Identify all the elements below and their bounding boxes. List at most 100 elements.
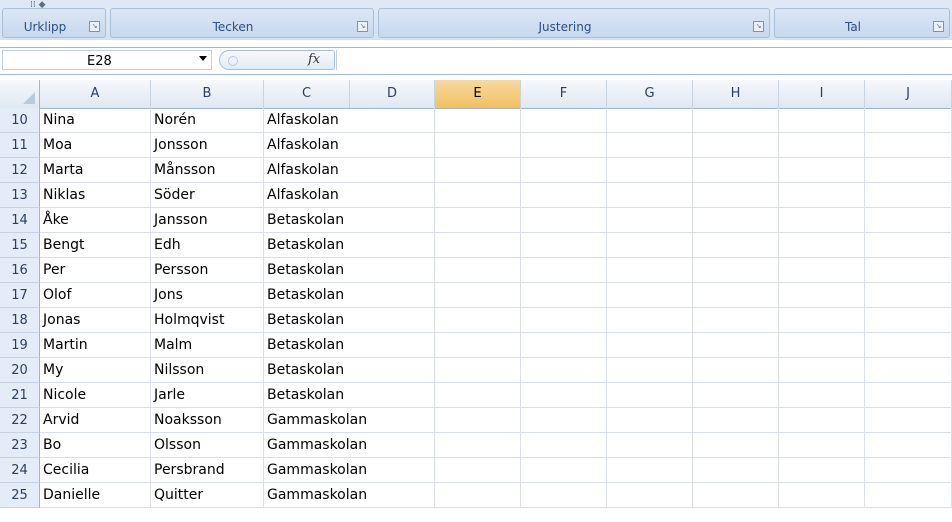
column-header-i[interactable]: I xyxy=(779,80,865,108)
cell-g[interactable] xyxy=(607,283,693,308)
cell-i[interactable] xyxy=(779,258,865,283)
cell-a[interactable]: My xyxy=(40,358,151,383)
row-header[interactable]: 24 xyxy=(0,458,40,483)
cell-c[interactable]: Betaskolan xyxy=(264,333,350,358)
row-header[interactable]: 16 xyxy=(0,258,40,283)
cell-b[interactable]: Jansson xyxy=(151,208,264,233)
cell-f[interactable] xyxy=(521,158,607,183)
cell-g[interactable] xyxy=(607,333,693,358)
cell-d[interactable] xyxy=(350,158,435,183)
cell-g[interactable] xyxy=(607,308,693,333)
cell-g[interactable] xyxy=(607,483,693,508)
cell-b[interactable]: Söder xyxy=(151,183,264,208)
row-header[interactable]: 15 xyxy=(0,233,40,258)
cell-a[interactable]: Nina xyxy=(40,108,151,133)
cell-c[interactable]: Betaskolan xyxy=(264,283,350,308)
cell-g[interactable] xyxy=(607,258,693,283)
cell-h[interactable] xyxy=(693,333,779,358)
cell-d[interactable] xyxy=(350,308,435,333)
dialog-launcher-icon[interactable]: ↘ xyxy=(357,21,368,32)
column-header-h[interactable]: H xyxy=(693,80,779,108)
cell-d[interactable] xyxy=(350,133,435,158)
cell-d[interactable] xyxy=(350,483,435,508)
cell-g[interactable] xyxy=(607,233,693,258)
cell-a[interactable]: Nicole xyxy=(40,383,151,408)
cell-b[interactable]: Quitter xyxy=(151,483,264,508)
cell-i[interactable] xyxy=(779,433,865,458)
cell-j[interactable] xyxy=(865,358,952,383)
formula-input[interactable] xyxy=(336,50,950,70)
cell-f[interactable] xyxy=(521,483,607,508)
cell-h[interactable] xyxy=(693,383,779,408)
cell-g[interactable] xyxy=(607,158,693,183)
cell-e[interactable] xyxy=(435,208,521,233)
cell-g[interactable] xyxy=(607,183,693,208)
cell-a[interactable]: Marta xyxy=(40,158,151,183)
cell-e[interactable] xyxy=(435,408,521,433)
cell-c[interactable]: Alfaskolan xyxy=(264,108,350,133)
column-header-b[interactable]: B xyxy=(151,80,264,108)
cell-d[interactable] xyxy=(350,183,435,208)
cell-f[interactable] xyxy=(521,258,607,283)
cell-i[interactable] xyxy=(779,108,865,133)
cell-g[interactable] xyxy=(607,208,693,233)
cell-d[interactable] xyxy=(350,383,435,408)
cell-a[interactable]: Cecilia xyxy=(40,458,151,483)
cell-d[interactable] xyxy=(350,408,435,433)
cell-f[interactable] xyxy=(521,308,607,333)
cell-g[interactable] xyxy=(607,458,693,483)
cell-a[interactable]: Per xyxy=(40,258,151,283)
cell-b[interactable]: Persson xyxy=(151,258,264,283)
cell-j[interactable] xyxy=(865,308,952,333)
cell-g[interactable] xyxy=(607,108,693,133)
cell-d[interactable] xyxy=(350,108,435,133)
cell-e[interactable] xyxy=(435,308,521,333)
cell-j[interactable] xyxy=(865,433,952,458)
cell-h[interactable] xyxy=(693,308,779,333)
cell-j[interactable] xyxy=(865,283,952,308)
cell-c[interactable]: Betaskolan xyxy=(264,383,350,408)
chevron-down-icon[interactable] xyxy=(199,56,207,61)
cell-b[interactable]: Nilsson xyxy=(151,358,264,383)
cell-c[interactable]: Betaskolan xyxy=(264,208,350,233)
cell-c[interactable]: Alfaskolan xyxy=(264,183,350,208)
cell-h[interactable] xyxy=(693,258,779,283)
cell-h[interactable] xyxy=(693,483,779,508)
row-header[interactable]: 23 xyxy=(0,433,40,458)
cell-i[interactable] xyxy=(779,333,865,358)
cell-d[interactable] xyxy=(350,208,435,233)
row-header[interactable]: 10 xyxy=(0,108,40,133)
cell-e[interactable] xyxy=(435,283,521,308)
cell-d[interactable] xyxy=(350,433,435,458)
cell-h[interactable] xyxy=(693,233,779,258)
cell-e[interactable] xyxy=(435,133,521,158)
cell-j[interactable] xyxy=(865,383,952,408)
cell-f[interactable] xyxy=(521,183,607,208)
expand-icon[interactable] xyxy=(228,56,238,66)
cell-j[interactable] xyxy=(865,158,952,183)
cell-b[interactable]: Jons xyxy=(151,283,264,308)
row-header[interactable]: 20 xyxy=(0,358,40,383)
cell-b[interactable]: Månsson xyxy=(151,158,264,183)
row-header[interactable]: 12 xyxy=(0,158,40,183)
cell-i[interactable] xyxy=(779,358,865,383)
cell-j[interactable] xyxy=(865,458,952,483)
insert-function-button[interactable]: fx xyxy=(308,52,320,67)
select-all-button[interactable] xyxy=(0,80,40,108)
cell-f[interactable] xyxy=(521,108,607,133)
cell-c[interactable]: Gammaskolan xyxy=(264,433,367,458)
cell-g[interactable] xyxy=(607,358,693,383)
column-header-e[interactable]: E xyxy=(435,80,521,108)
cell-f[interactable] xyxy=(521,433,607,458)
cell-e[interactable] xyxy=(435,433,521,458)
cell-b[interactable]: Norén xyxy=(151,108,264,133)
cell-a[interactable]: Danielle xyxy=(40,483,151,508)
cell-e[interactable] xyxy=(435,358,521,383)
cell-f[interactable] xyxy=(521,333,607,358)
cell-i[interactable] xyxy=(779,483,865,508)
cell-e[interactable] xyxy=(435,108,521,133)
row-header[interactable]: 13 xyxy=(0,183,40,208)
cell-c[interactable]: Alfaskolan xyxy=(264,158,350,183)
cell-c[interactable]: Betaskolan xyxy=(264,233,350,258)
cell-i[interactable] xyxy=(779,283,865,308)
